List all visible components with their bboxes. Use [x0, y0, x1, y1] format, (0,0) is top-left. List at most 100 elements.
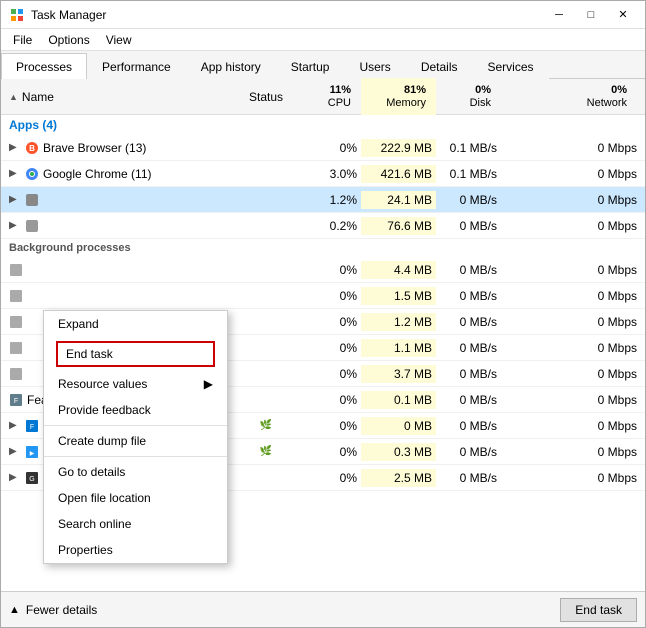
close-button[interactable]: ✕: [609, 5, 637, 25]
row-network: 0 Mbps: [501, 261, 645, 279]
row-memory: 76.6 MB: [361, 217, 436, 235]
row-cpu: 0%: [301, 417, 361, 435]
expand-arrow-icon: ▶: [9, 420, 21, 431]
row-memory: 3.7 MB: [361, 365, 436, 383]
menu-file[interactable]: File: [5, 31, 40, 49]
row-memory: 0.1 MB: [361, 391, 436, 409]
row-status: [231, 320, 301, 324]
row-memory: 0 MB: [361, 417, 436, 435]
tab-services[interactable]: Services: [473, 53, 549, 79]
row-network: 0 Mbps: [501, 469, 645, 487]
maximize-button[interactable]: □: [577, 5, 605, 25]
row-disk: 0 MB/s: [436, 365, 501, 383]
films-icon: ▶: [25, 445, 39, 459]
row-status: [231, 198, 301, 202]
row-disk: 0 MB/s: [436, 261, 501, 279]
table-row[interactable]: 0% 4.4 MB 0 MB/s 0 Mbps: [1, 257, 645, 283]
row-memory: 222.9 MB: [361, 139, 436, 157]
row-status: [231, 294, 301, 298]
row-cpu: 3.0%: [301, 165, 361, 183]
row-disk: 0.1 MB/s: [436, 139, 501, 157]
row-memory: 24.1 MB: [361, 191, 436, 209]
table-row[interactable]: ▶ B Brave Browser (13) 0% 222.9 MB 0.1 M…: [1, 135, 645, 161]
tab-startup[interactable]: Startup: [276, 53, 345, 79]
col-header-status[interactable]: Status: [231, 86, 301, 108]
tab-details[interactable]: Details: [406, 53, 473, 79]
ctx-end-task-button[interactable]: End task: [56, 341, 215, 367]
row-cpu: 0%: [301, 443, 361, 461]
table-row-selected[interactable]: ▶ 1.2% 24.1 MB 0 MB/s 0 Mbps: [1, 187, 645, 213]
ctx-search-online[interactable]: Search online: [44, 511, 227, 537]
menu-bar: File Options View: [1, 29, 645, 51]
minimize-button[interactable]: ─: [545, 5, 573, 25]
tab-app-history[interactable]: App history: [186, 53, 276, 79]
table-row[interactable]: ▶ Google Chrome (11) 3.0% 421.6 MB 0.1 M…: [1, 161, 645, 187]
context-menu: Expand End task Resource values ▶ Provid…: [43, 310, 228, 564]
expand-arrow-icon: ▶: [9, 142, 21, 153]
chrome-icon: [25, 167, 39, 181]
row-disk: 0 MB/s: [436, 339, 501, 357]
row-cpu: 0%: [301, 339, 361, 357]
ctx-go-details[interactable]: Go to details: [44, 459, 227, 485]
row-memory: 1.2 MB: [361, 313, 436, 331]
app-icon: [9, 367, 23, 381]
svg-text:F: F: [14, 398, 18, 405]
col-header-memory[interactable]: 81% Memory: [361, 78, 436, 115]
row-status: [231, 476, 301, 480]
row-status: 🌿: [231, 418, 301, 433]
row-status: [231, 146, 301, 150]
row-network: 0 Mbps: [501, 191, 645, 209]
col-header-cpu[interactable]: 11% CPU: [301, 78, 361, 115]
chevron-down-icon: ▲: [9, 604, 20, 616]
ctx-properties[interactable]: Properties: [44, 537, 227, 563]
end-task-button[interactable]: End task: [560, 598, 637, 622]
ctx-expand[interactable]: Expand: [44, 311, 227, 337]
row-status: [231, 346, 301, 350]
tab-processes[interactable]: Processes: [1, 53, 87, 79]
col-header-network[interactable]: 0% Network: [501, 78, 645, 115]
row-memory: 1.1 MB: [361, 339, 436, 357]
row-disk: 0 MB/s: [436, 217, 501, 235]
table-row[interactable]: ▶ 0.2% 76.6 MB 0 MB/s 0 Mbps: [1, 213, 645, 239]
menu-options[interactable]: Options: [40, 31, 97, 49]
tab-users[interactable]: Users: [344, 53, 405, 79]
row-name-selected: ▶: [1, 191, 231, 209]
ctx-open-file[interactable]: Open file location: [44, 485, 227, 511]
row-status: [231, 372, 301, 376]
app-icon: [9, 341, 23, 355]
row-network: 0 Mbps: [501, 217, 645, 235]
col-header-disk[interactable]: 0% Disk: [436, 78, 501, 115]
task-manager-window: Task Manager ─ □ ✕ File Options View Pro…: [0, 0, 646, 628]
menu-view[interactable]: View: [98, 31, 140, 49]
ctx-resource-values[interactable]: Resource values ▶: [44, 371, 227, 397]
row-cpu: 1.2%: [301, 191, 361, 209]
row-network: 0 Mbps: [501, 139, 645, 157]
tab-performance[interactable]: Performance: [87, 53, 186, 79]
app-icon: [9, 289, 23, 303]
row-disk: 0 MB/s: [436, 443, 501, 461]
svg-text:G: G: [29, 476, 34, 483]
row-disk: 0 MB/s: [436, 391, 501, 409]
col-header-name[interactable]: ▲ Name: [1, 86, 231, 108]
table-row[interactable]: 0% 1.5 MB 0 MB/s 0 Mbps: [1, 283, 645, 309]
section-header-apps: Apps (4): [1, 115, 645, 135]
row-disk: 0 MB/s: [436, 191, 501, 209]
row-name-brave: ▶ B Brave Browser (13): [1, 139, 231, 157]
fewer-details-button[interactable]: ▲ Fewer details: [9, 603, 97, 617]
ctx-create-dump[interactable]: Create dump file: [44, 428, 227, 454]
gaming-icon: G: [25, 471, 39, 485]
row-disk: 0 MB/s: [436, 417, 501, 435]
row-disk: 0.1 MB/s: [436, 165, 501, 183]
row-cpu: 0%: [301, 313, 361, 331]
ctx-provide-feedback[interactable]: Provide feedback: [44, 397, 227, 423]
table-body[interactable]: Apps (4) ▶ B Brave Browser (13) 0% 222.9…: [1, 115, 645, 591]
row-cpu: 0%: [301, 365, 361, 383]
row-disk: 0 MB/s: [436, 287, 501, 305]
expand-arrow-icon: ▶: [9, 168, 21, 179]
row-cpu: 0.2%: [301, 217, 361, 235]
tab-bar: Processes Performance App history Startu…: [1, 51, 645, 79]
row-memory: 4.4 MB: [361, 261, 436, 279]
app-icon: [9, 315, 23, 329]
row-status: 🌿: [231, 444, 301, 459]
row-status: [231, 398, 301, 402]
